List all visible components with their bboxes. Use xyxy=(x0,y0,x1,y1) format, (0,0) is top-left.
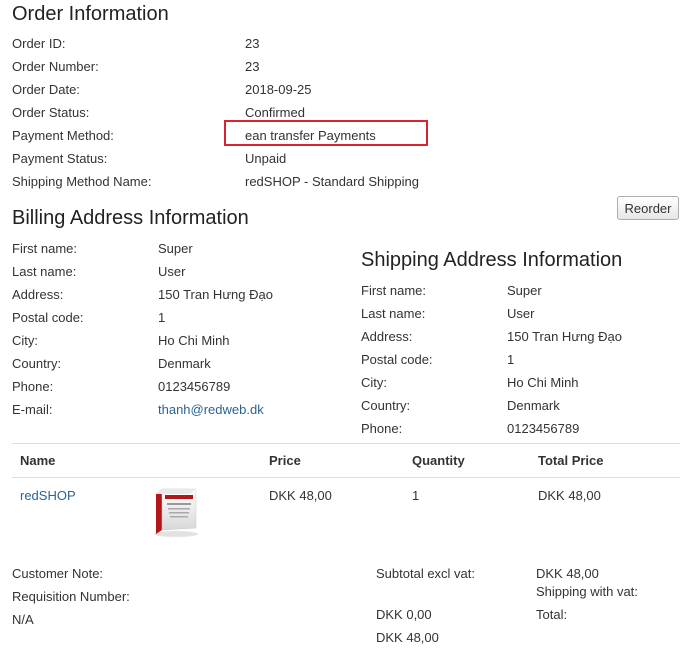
shipping-city-value: Ho Chi Minh xyxy=(507,375,579,390)
billing-postal-code-value: 1 xyxy=(158,310,166,325)
shipping-method-value: redSHOP - Standard Shipping xyxy=(245,174,419,189)
shipping-phone-value: 0123456789 xyxy=(507,421,580,436)
total-label: Total: xyxy=(536,607,568,622)
reorder-button[interactable]: Reorder xyxy=(617,196,679,220)
billing-last-name-value: User xyxy=(158,264,186,279)
order-id-value: 23 xyxy=(245,36,260,51)
shipping-country-value: Denmark xyxy=(507,398,560,413)
shipping-first-name-value: Super xyxy=(507,283,542,298)
order-date-value: 2018-09-25 xyxy=(245,82,312,97)
table-top-divider xyxy=(12,443,680,444)
table-header-price: Price xyxy=(269,453,301,468)
billing-first-name-label: First name: xyxy=(12,241,78,256)
table-header-name: Name xyxy=(20,453,56,468)
total-value: DKK 48,00 xyxy=(376,630,439,645)
billing-postal-code-label: Postal code: xyxy=(12,310,84,325)
order-number-label: Order Number: xyxy=(12,59,99,74)
order-status-label: Order Status: xyxy=(12,105,90,120)
billing-phone-label: Phone: xyxy=(12,379,54,394)
billing-city-value: Ho Chi Minh xyxy=(158,333,230,348)
requisition-number-value: N/A xyxy=(12,612,34,627)
product-thumbnail[interactable] xyxy=(150,486,200,538)
shipping-country-label: Country: xyxy=(361,398,411,413)
table-header-divider xyxy=(12,477,680,478)
payment-status-label: Payment Status: xyxy=(12,151,108,166)
order-status-value: Confirmed xyxy=(245,105,305,120)
order-id-label: Order ID: xyxy=(12,36,66,51)
product-total-price: DKK 48,00 xyxy=(538,488,601,503)
shipping-postal-code-label: Postal code: xyxy=(361,352,433,367)
shipping-city-label: City: xyxy=(361,375,387,390)
shipping-last-name-label: Last name: xyxy=(361,306,426,321)
payment-method-label: Payment Method: xyxy=(12,128,114,143)
product-name-link[interactable]: redSHOP xyxy=(20,488,76,503)
subtotal-label: Subtotal excl vat: xyxy=(376,566,475,581)
customer-note-label: Customer Note: xyxy=(12,566,104,581)
product-price: DKK 48,00 xyxy=(269,488,332,503)
subtotal-value: DKK 48,00 xyxy=(536,566,599,581)
shipping-phone-label: Phone: xyxy=(361,421,403,436)
billing-last-name-label: Last name: xyxy=(12,264,77,279)
billing-title: Billing Address Information xyxy=(12,207,249,229)
order-number-value: 23 xyxy=(245,59,260,74)
shipping-title: Shipping Address Information xyxy=(361,249,623,271)
order-info-title: Order Information xyxy=(12,3,169,25)
table-header-quantity: Quantity xyxy=(412,453,465,468)
billing-address-label: Address: xyxy=(12,287,64,302)
shipping-with-vat-value: DKK 0,00 xyxy=(376,607,432,622)
shipping-postal-code-value: 1 xyxy=(507,352,515,367)
shipping-address-value: 150 Tran Hưng Đạo xyxy=(507,329,622,344)
billing-country-label: Country: xyxy=(12,356,62,371)
product-quantity: 1 xyxy=(412,488,420,503)
billing-first-name-value: Super xyxy=(158,241,193,256)
billing-phone-value: 0123456789 xyxy=(158,379,231,394)
shipping-method-label: Shipping Method Name: xyxy=(12,174,152,189)
payment-method-value: ean transfer Payments xyxy=(245,128,376,143)
billing-email-label: E-mail: xyxy=(12,402,53,417)
shipping-first-name-label: First name: xyxy=(361,283,427,298)
shipping-last-name-value: User xyxy=(507,306,535,321)
order-date-label: Order Date: xyxy=(12,82,80,97)
shipping-with-vat-label: Shipping with vat: xyxy=(536,584,638,599)
billing-country-value: Denmark xyxy=(158,356,211,371)
requisition-number-label: Requisition Number: xyxy=(12,589,130,604)
billing-address-value: 150 Tran Hưng Đạo xyxy=(158,287,273,302)
billing-email-link[interactable]: thanh@redweb.dk xyxy=(158,402,264,417)
shipping-address-label: Address: xyxy=(361,329,413,344)
table-header-total-price: Total Price xyxy=(538,453,604,468)
billing-city-label: City: xyxy=(12,333,38,348)
payment-status-value: Unpaid xyxy=(245,151,287,166)
